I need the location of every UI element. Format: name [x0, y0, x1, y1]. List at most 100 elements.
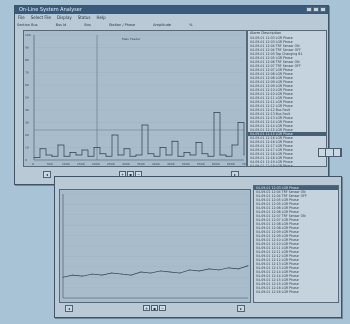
data-point: [51, 155, 53, 157]
detail-scroll-left-button[interactable]: ◂: [65, 305, 73, 312]
data-point: [99, 153, 101, 155]
event-list-row[interactable]: 04-09-01 12:16 LGR Phase: [254, 290, 338, 294]
detail-zoom-in-button[interactable]: +: [143, 305, 150, 311]
data-point: [225, 155, 227, 157]
menu-display[interactable]: Display: [57, 15, 72, 21]
data-point: [237, 122, 239, 123]
y-tick-label: 10: [25, 146, 29, 150]
scroll-left-button[interactable]: ◂: [43, 171, 51, 178]
detail-trend-plot[interactable]: [59, 189, 251, 303]
alarm-list-rows: 04-09-01 12:03 LGR Phase 04-09-01 12:03 L…: [248, 36, 326, 166]
data-point: [62, 276, 64, 278]
x-tick-label: 3000: [122, 162, 130, 166]
x-tick-label: 2500: [107, 162, 115, 166]
data-point: [93, 147, 95, 148]
x-tick-label: 6500: [227, 162, 235, 166]
menu-select-file[interactable]: Select File: [31, 15, 51, 21]
toolbar-mini: [318, 148, 342, 157]
x-tick-label: 7000: [242, 162, 246, 166]
x-tick-label: 500: [47, 162, 53, 166]
data-point: [69, 152, 71, 153]
data-point: [195, 142, 197, 143]
data-point: [105, 155, 107, 157]
analyser-window: On-Line System Analyser File Select File…: [14, 5, 329, 185]
detail-zoom-out-button[interactable]: −: [159, 305, 166, 311]
y-tick-label: 90: [25, 46, 29, 50]
data-point: [189, 154, 191, 156]
minimize-button[interactable]: [306, 7, 312, 12]
menu-bar: File Select File Display Status Help: [15, 15, 328, 21]
data-point: [183, 152, 185, 153]
data-point: [111, 272, 113, 274]
info-bus-id: Bus Id: [55, 23, 67, 27]
data-point: [72, 274, 74, 276]
data-point: [213, 112, 215, 113]
detail-trend-svg: [62, 193, 249, 299]
x-tick-label: 4000: [152, 162, 160, 166]
info-bar: Section Bus Bus Id Bus Station / Phase A…: [17, 22, 192, 28]
close-button[interactable]: [320, 7, 326, 12]
x-tick-label: 1500: [77, 162, 85, 166]
data-point: [207, 155, 209, 157]
mini-button-2[interactable]: [326, 149, 334, 156]
data-point: [198, 270, 200, 272]
alarm-list[interactable]: Alarm Description 04-09-01 12:03 LGR Pha…: [247, 30, 327, 167]
data-point: [171, 140, 173, 142]
x-tick-label: 1000: [62, 162, 70, 166]
data-point: [231, 144, 233, 146]
info-bus: Bus: [84, 23, 91, 27]
menu-help[interactable]: Help: [97, 15, 106, 21]
y-tick-label: 0: [25, 158, 27, 162]
window-controls: [306, 7, 326, 12]
data-point: [243, 154, 245, 156]
data-point: [63, 155, 65, 157]
data-point: [237, 268, 239, 270]
data-point: [177, 155, 179, 157]
data-point: [120, 273, 122, 275]
info-station: Station / Phase: [108, 23, 136, 27]
window-titlebar[interactable]: On-Line System Analyser: [15, 6, 328, 14]
data-point: [247, 265, 249, 267]
main-trend-svg: 10090807060504030201000 500 1000 1500 2000 25…: [25, 33, 246, 166]
data-point: [81, 149, 83, 151]
data-point: [129, 155, 131, 157]
data-point: [169, 271, 171, 273]
mini-button-1[interactable]: [319, 149, 327, 156]
detail-scroll-right-button[interactable]: ▸: [237, 305, 245, 312]
window-title: On-Line System Analyser: [19, 7, 82, 13]
y-tick-label: 40: [25, 108, 29, 112]
detail-window: 04-09-01 12:03 LGR Phase 04-09-01 12:04 T…: [54, 176, 342, 318]
menu-file[interactable]: File: [18, 15, 25, 21]
y-tick-label: 30: [25, 121, 29, 125]
event-list[interactable]: 04-09-01 12:03 LGR Phase 04-09-01 12:04 T…: [253, 185, 339, 303]
x-tick-label: 0: [32, 162, 34, 166]
data-point: [140, 271, 142, 273]
data-point: [150, 272, 152, 274]
x-tick-label: 2000: [92, 162, 100, 166]
alarm-list-row[interactable]: 04-09-01 12:19 LGR Phase: [248, 164, 326, 166]
detail-zoom-fit-button[interactable]: ▪: [151, 305, 158, 311]
data-point: [179, 272, 181, 274]
section-label: Section Bus: [17, 23, 38, 27]
info-amplitude: Amplitude: [153, 23, 172, 27]
data-point: [91, 273, 93, 275]
detail-zoom-controls: + ▪ −: [143, 305, 166, 311]
data-point: [228, 267, 230, 269]
y-tick-label: 50: [25, 96, 29, 100]
x-tick-label: 6000: [212, 162, 220, 166]
mini-button-3[interactable]: [334, 149, 341, 156]
data-point: [75, 154, 77, 156]
y-tick-label: 100: [25, 33, 31, 37]
data-point: [153, 155, 155, 157]
data-point: [165, 154, 167, 156]
data-point: [45, 154, 47, 156]
y-tick-label: 80: [25, 58, 29, 62]
data-point: [159, 270, 161, 272]
menu-status[interactable]: Status: [78, 15, 91, 21]
data-point: [101, 274, 103, 276]
maximize-button[interactable]: [313, 7, 319, 12]
main-trend-plot[interactable]: 100 90 80 70 60 50 40 30 20 10 0 0 500 1000 1500 2000 25…: [23, 30, 247, 167]
data-point: [87, 155, 89, 157]
event-list-rows: 04-09-01 12:03 LGR Phase 04-09-01 12:04 T…: [254, 186, 338, 294]
x-tick-label: 5500: [197, 162, 205, 166]
